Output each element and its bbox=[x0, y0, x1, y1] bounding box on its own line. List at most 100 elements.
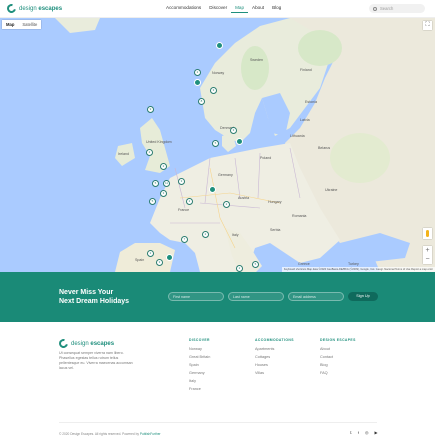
map-marker-pin[interactable] bbox=[216, 42, 223, 49]
search-input[interactable]: Search bbox=[369, 4, 425, 13]
nav-map[interactable]: Map bbox=[231, 5, 249, 13]
footer-link[interactable]: Apartments bbox=[255, 347, 294, 351]
instagram-icon[interactable]: ◎ bbox=[365, 430, 369, 435]
sign-up-button[interactable]: Sign Up bbox=[348, 292, 378, 301]
country-label: Hungary bbox=[268, 200, 282, 204]
map-marker-cluster[interactable]: 2 bbox=[194, 69, 201, 76]
logo-text: design escapes bbox=[19, 5, 63, 12]
map-marker-cluster[interactable]: 2 bbox=[236, 265, 243, 272]
map-marker-cluster[interactable]: 2 bbox=[146, 149, 153, 156]
map-marker-cluster[interactable]: 3 bbox=[156, 259, 163, 266]
copyright: © 2020 Design Escapes. All rights reserv… bbox=[59, 432, 161, 436]
nav-discover[interactable]: Discover bbox=[205, 5, 231, 13]
map[interactable]: Map Satellite ⛶ + − Sweden Finland Norwa… bbox=[0, 18, 435, 272]
logo-icon bbox=[57, 337, 70, 350]
footer-link[interactable]: France bbox=[189, 387, 210, 391]
map-marker-cluster[interactable]: 5 bbox=[152, 180, 159, 187]
map-marker-cluster[interactable]: 3 bbox=[230, 127, 237, 134]
footer-column-title: ACCOMMODATIONS bbox=[255, 338, 294, 342]
footer-column-discover: DISCOVER Norway Great Britain Spain Germ… bbox=[189, 338, 210, 395]
country-label: Ukraine bbox=[325, 188, 338, 192]
footer-link[interactable]: Villas bbox=[255, 371, 294, 375]
footer-divider bbox=[59, 422, 377, 423]
map-marker-cluster[interactable]: 3 bbox=[210, 87, 217, 94]
country-label: Italy bbox=[232, 233, 239, 237]
country-label: Sweden bbox=[250, 58, 263, 62]
map-marker-cluster[interactable]: 2 bbox=[160, 163, 167, 170]
first-name-field[interactable]: First name bbox=[168, 292, 224, 301]
main-nav: Accommodations Discover Map About Blog bbox=[162, 5, 285, 13]
map-marker-cluster[interactable]: 9 bbox=[147, 106, 154, 113]
publisher-link[interactable]: PublishFurther bbox=[140, 432, 161, 436]
map-marker-cluster[interactable]: 11 bbox=[163, 180, 170, 187]
country-label: Finland bbox=[300, 68, 312, 72]
map-type-map-button[interactable]: Map bbox=[2, 20, 18, 29]
footer-link[interactable]: Blog bbox=[320, 363, 356, 367]
map-marker-cluster[interactable]: 5 bbox=[149, 198, 156, 205]
footer-link[interactable]: Norway bbox=[189, 347, 210, 351]
footer-link[interactable]: About bbox=[320, 347, 356, 351]
footer-logo[interactable]: design escapes bbox=[57, 337, 115, 350]
map-type-satellite-button[interactable]: Satellite bbox=[18, 20, 41, 29]
map-marker-cluster[interactable]: 3 bbox=[178, 178, 185, 185]
logo-icon bbox=[5, 2, 18, 15]
zoom-in-button[interactable]: + bbox=[423, 246, 432, 255]
country-label: United Kingdom bbox=[146, 140, 172, 144]
country-label: Serbia bbox=[270, 228, 281, 232]
map-marker-cluster[interactable]: 5 bbox=[212, 140, 219, 147]
country-label: Spain bbox=[135, 258, 145, 262]
last-name-field[interactable]: Last name bbox=[228, 292, 284, 301]
map-marker-cluster[interactable]: 2 bbox=[202, 231, 209, 238]
nav-about[interactable]: About bbox=[248, 5, 268, 13]
footer-link[interactable]: Cottages bbox=[255, 355, 294, 359]
map-type-toggle: Map Satellite bbox=[2, 20, 42, 29]
fullscreen-icon[interactable]: ⛶ bbox=[423, 21, 432, 30]
logo-text: design escapes bbox=[71, 340, 115, 347]
street-view-icon[interactable] bbox=[423, 228, 432, 239]
footer-link[interactable]: Contact bbox=[320, 355, 356, 359]
newsletter-section: Never Miss Your Next Dream Holidays Firs… bbox=[0, 272, 435, 322]
footer-link[interactable]: FAQ bbox=[320, 371, 356, 375]
zoom-controls: + − bbox=[423, 246, 432, 264]
country-label: Greece bbox=[298, 262, 310, 266]
map-marker-cluster[interactable]: 2 bbox=[147, 250, 154, 257]
footer-link[interactable]: Houses bbox=[255, 363, 294, 367]
nav-accommodations[interactable]: Accommodations bbox=[162, 5, 205, 13]
search-icon bbox=[373, 6, 377, 11]
twitter-icon[interactable]: 𝕥 bbox=[350, 430, 352, 435]
map-marker-cluster[interactable]: 8 bbox=[198, 98, 205, 105]
map-marker-cluster[interactable]: 3 bbox=[160, 190, 167, 197]
map-marker-pin[interactable] bbox=[166, 254, 173, 261]
map-marker-cluster[interactable]: 5 bbox=[252, 261, 259, 268]
email-field[interactable]: Email address bbox=[288, 292, 344, 301]
footer-link[interactable]: Germany bbox=[189, 371, 210, 375]
zoom-out-button[interactable]: − bbox=[423, 255, 432, 264]
map-marker-cluster[interactable]: 2 bbox=[186, 198, 193, 205]
map-marker-pin[interactable] bbox=[209, 186, 216, 193]
footer-link[interactable]: Great Britain bbox=[189, 355, 210, 359]
map-attribution[interactable]: Keyboard shortcuts Map data ©2020 GeoBas… bbox=[281, 267, 435, 272]
footer-column-title: DESIGN ESCAPES bbox=[320, 338, 356, 342]
logo[interactable]: design escapes bbox=[5, 2, 63, 15]
map-marker-cluster[interactable]: 2 bbox=[223, 201, 230, 208]
nav-blog[interactable]: Blog bbox=[268, 5, 285, 13]
map-marker-pin[interactable] bbox=[236, 138, 243, 145]
country-label: Poland bbox=[260, 156, 272, 160]
facebook-icon[interactable]: f bbox=[358, 430, 359, 435]
footer-link[interactable]: Spain bbox=[189, 363, 210, 367]
youtube-icon[interactable]: ▶ bbox=[375, 430, 378, 435]
site-header: design escapes Accommodations Discover M… bbox=[0, 0, 435, 18]
country-label: Estonia bbox=[305, 100, 317, 104]
footer-column-design-escapes: DESIGN ESCAPES About Contact Blog FAQ bbox=[320, 338, 356, 379]
footer-link[interactable]: Italy bbox=[189, 379, 210, 383]
footer-column-accommodations: ACCOMMODATIONS Apartments Cottages House… bbox=[255, 338, 294, 379]
newsletter-title: Never Miss Your Next Dream Holidays bbox=[59, 289, 130, 305]
country-label: Lithuania bbox=[290, 134, 305, 138]
footer-column-title: DISCOVER bbox=[189, 338, 210, 342]
country-label: Ireland bbox=[118, 152, 129, 156]
country-label: Austria bbox=[238, 196, 250, 200]
country-label: Norway bbox=[212, 71, 225, 75]
map-marker-cluster[interactable]: 7 bbox=[181, 236, 188, 243]
map-marker-pin[interactable] bbox=[194, 79, 201, 86]
country-label: Latvia bbox=[300, 118, 310, 122]
